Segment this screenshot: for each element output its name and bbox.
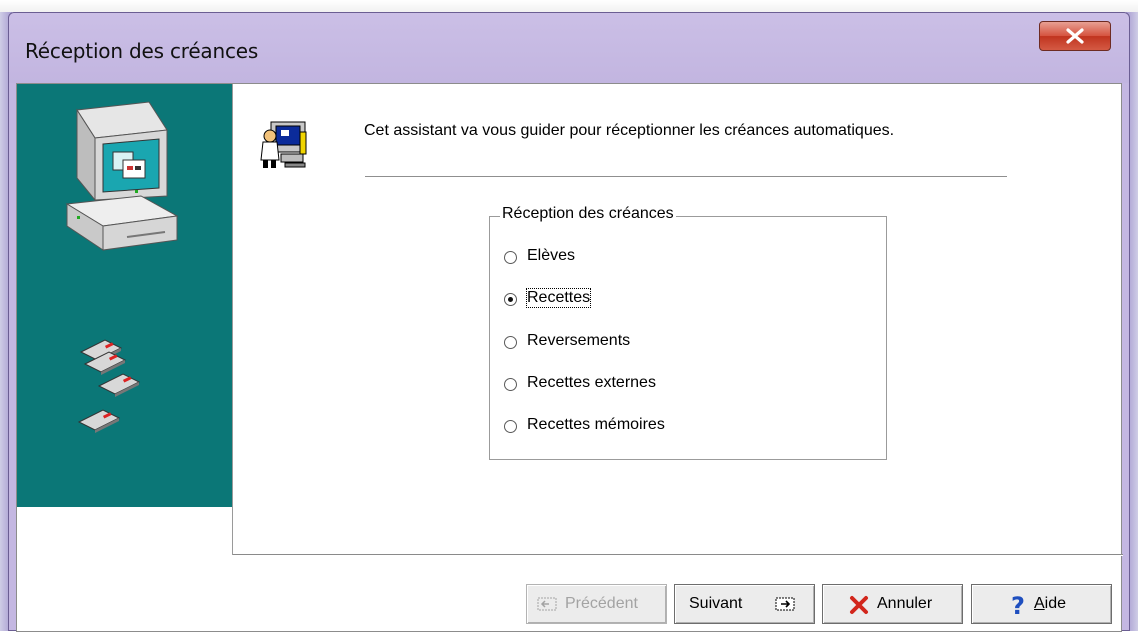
previous-button-label: Précédent [565, 595, 638, 612]
computer-icon [65, 101, 179, 251]
wizard-user-computer-icon [260, 121, 307, 168]
side-panel-divider-highlight [233, 84, 234, 555]
radio-label: Recettes mémoires [527, 416, 665, 433]
next-arrow-icon [775, 597, 795, 611]
next-button[interactable]: Suivant [674, 584, 815, 624]
cancel-button[interactable]: Annuler [822, 584, 963, 624]
previous-arrow-icon [537, 597, 557, 611]
help-button-label: Aide [1034, 595, 1067, 612]
radio-indicator[interactable] [504, 420, 517, 433]
floppy-disks-icon [77, 339, 141, 433]
help-button[interactable]: ? Aide [971, 584, 1112, 624]
cancel-x-icon [850, 596, 868, 614]
desktop-top-strip [0, 0, 1138, 12]
dialog-window: Réception des créances Cet assistant va … [8, 12, 1130, 632]
radio-indicator-selected[interactable] [504, 293, 517, 306]
footer-separator-highlight [233, 555, 1123, 556]
radio-label: Reversements [527, 332, 631, 349]
intro-text: Cet assistant va vous guider pour récept… [364, 122, 895, 139]
groupbox-legend: Réception des créances [500, 205, 676, 223]
dialog-client-area: Cet assistant va vous guider pour récept… [16, 83, 1123, 632]
svg-text:?: ? [1011, 593, 1025, 617]
close-button[interactable] [1039, 21, 1111, 51]
radio-indicator[interactable] [504, 251, 517, 264]
title-bar[interactable]: Réception des créances [9, 13, 1129, 83]
radio-label: Recettes [525, 288, 592, 308]
radio-label: Elèves [527, 247, 576, 264]
radio-indicator[interactable] [504, 378, 517, 391]
intro-separator [365, 176, 1007, 177]
cancel-button-label: Annuler [877, 595, 933, 612]
next-button-label: Suivant [689, 595, 743, 612]
radio-indicator[interactable] [504, 336, 517, 349]
help-question-icon: ? [1011, 593, 1025, 617]
previous-button[interactable]: Précédent [526, 584, 667, 624]
radio-label: Recettes externes [527, 374, 656, 391]
window-title: Réception des créances [25, 39, 259, 63]
close-icon [1066, 28, 1084, 44]
wizard-side-panel [17, 84, 232, 507]
